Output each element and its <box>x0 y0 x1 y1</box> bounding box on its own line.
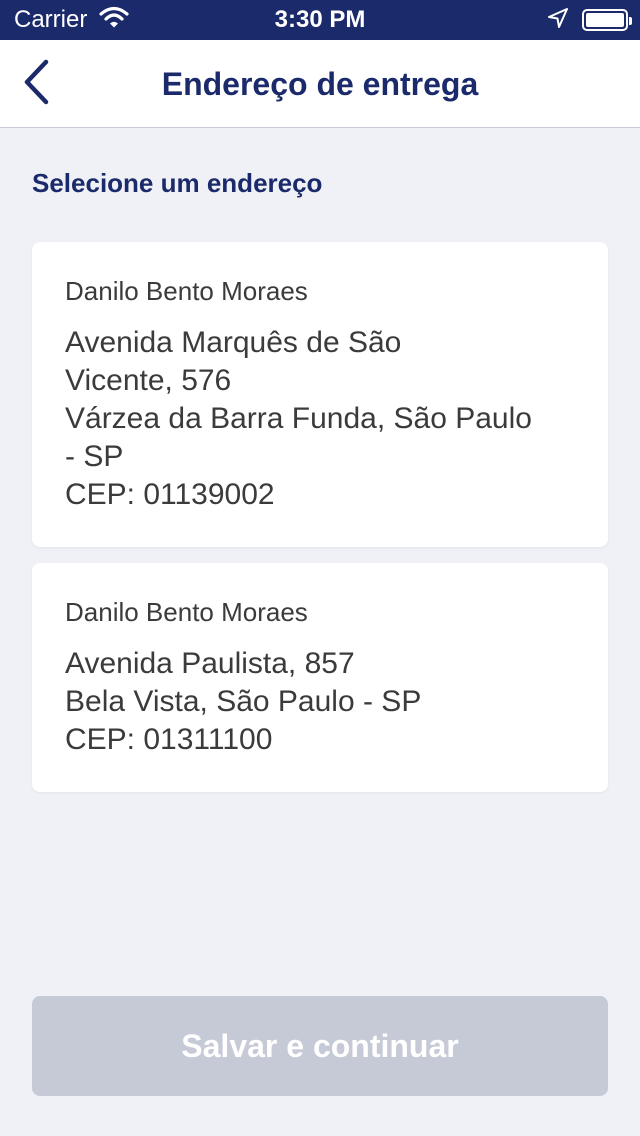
page-title: Endereço de entrega <box>161 66 479 102</box>
location-arrow-icon <box>548 7 568 33</box>
back-button[interactable] <box>8 54 64 114</box>
status-bar: Carrier 3:30 PM <box>0 0 640 40</box>
address-line: Vicente, 576 <box>65 364 232 397</box>
postal-code: CEP: 01311100 <box>65 723 273 756</box>
section-title: Selecione um endereço <box>32 168 323 198</box>
postal-code: CEP: 01139002 <box>65 478 275 511</box>
address-line: Avenida Marquês de São <box>65 326 402 359</box>
chevron-left-icon <box>22 59 50 110</box>
carrier-label: Carrier <box>14 6 88 33</box>
battery-icon <box>582 9 632 31</box>
address-card[interactable]: Danilo Bento Moraes Avenida Marquês de S… <box>32 242 608 547</box>
save-continue-button[interactable]: Salvar e continuar <box>32 996 608 1096</box>
status-bar-right <box>548 7 632 33</box>
navigation-bar: Endereço de entrega <box>0 40 640 128</box>
address-line: Bela Vista, São Paulo - SP <box>65 685 422 718</box>
status-bar-left: Carrier <box>14 6 129 35</box>
recipient-name: Danilo Bento Moraes <box>65 276 308 306</box>
wifi-icon <box>99 6 129 35</box>
recipient-name: Danilo Bento Moraes <box>65 597 308 627</box>
address-line: Várzea da Barra Funda, São Paulo <box>65 402 532 435</box>
address-line: Avenida Paulista, 857 <box>65 647 355 680</box>
address-line: - SP <box>65 440 124 473</box>
address-card[interactable]: Danilo Bento Moraes Avenida Paulista, 85… <box>32 563 608 792</box>
